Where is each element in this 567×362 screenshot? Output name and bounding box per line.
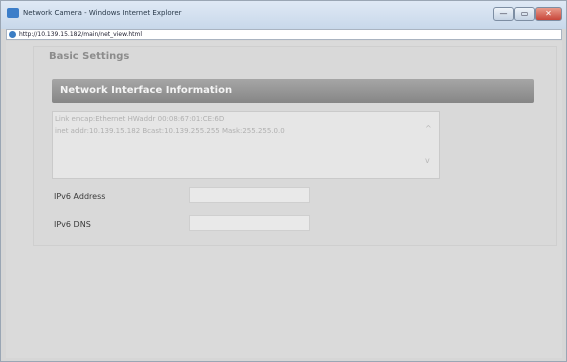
page-icon xyxy=(9,31,16,38)
address-bar[interactable]: http://10.139.15.182/main/net_view.html xyxy=(6,29,562,40)
minimize-button[interactable]: — xyxy=(493,7,514,21)
close-button[interactable]: ✕ xyxy=(535,7,562,21)
page-content: Basic Settings Network Interface Informa… xyxy=(6,41,562,358)
panel-title: Basic Settings xyxy=(49,51,130,62)
basic-settings-panel: Basic Settings Network Interface Informa… xyxy=(33,46,557,246)
title-bar: Network Camera - Windows Internet Explor… xyxy=(1,1,566,29)
info-line: Link encap:Ethernet HWaddr 00:08:67:01:C… xyxy=(55,115,225,123)
section-header: Network Interface Information xyxy=(52,79,534,103)
scroll-up-icon[interactable]: ^ xyxy=(425,125,433,133)
window-title: Network Camera - Windows Internet Explor… xyxy=(23,9,182,17)
section-title: Network Interface Information xyxy=(60,85,233,96)
ipv6-dns-label: IPv6 DNS xyxy=(54,220,91,229)
ie-logo-icon xyxy=(7,8,19,18)
scroll-down-icon[interactable]: v xyxy=(425,157,433,165)
ipv6-address-label: IPv6 Address xyxy=(54,192,106,201)
network-info-textarea[interactable]: Link encap:Ethernet HWaddr 00:08:67:01:C… xyxy=(52,111,440,179)
address-url[interactable]: http://10.139.15.182/main/net_view.html xyxy=(19,31,142,38)
maximize-button[interactable]: ▭ xyxy=(514,7,535,21)
browser-window: Network Camera - Windows Internet Explor… xyxy=(0,0,567,362)
ipv6-dns-input[interactable] xyxy=(189,215,310,231)
info-line: inet addr:10.139.15.182 Bcast:10.139.255… xyxy=(55,127,285,135)
ipv6-address-input[interactable] xyxy=(189,187,310,203)
